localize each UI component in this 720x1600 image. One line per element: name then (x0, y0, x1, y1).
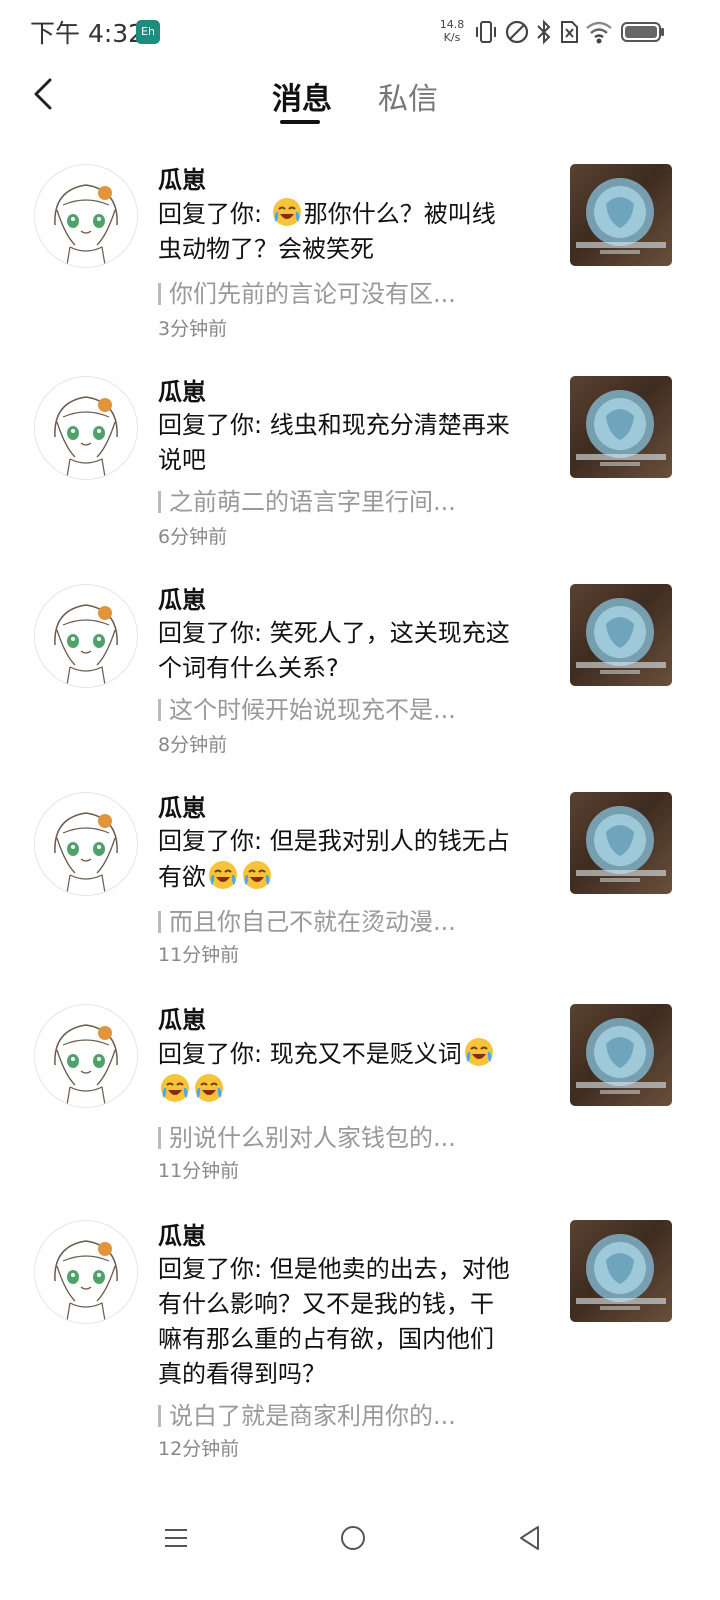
quote-text: 之前萌二的语言字里行间... (169, 488, 456, 516)
avatar[interactable] (34, 376, 138, 480)
reply-prefix: 回复了你: (158, 827, 270, 855)
quote-bar (158, 491, 161, 513)
reply-text: 回复了你: 现充又不是贬义词 (158, 1036, 538, 1108)
quoted-comment: 你们先前的言论可没有区... (158, 274, 456, 309)
username[interactable]: 瓜崽 (158, 372, 206, 407)
quote-text: 别说什么别对人家钱包的... (169, 1124, 456, 1152)
timestamp: 3分钟前 (158, 318, 228, 340)
no-sim-icon (561, 21, 578, 43)
reply-line2: 说吧 (158, 446, 206, 474)
tab-private-messages[interactable]: 私信 (378, 74, 438, 118)
quoted-comment: 而且你自己不就在烫动漫... (158, 902, 456, 937)
reply-line3: 嘛有那么重的占有欲，国内他们 (158, 1325, 494, 1353)
network-speed: 14.8 K/s (436, 18, 468, 44)
reply-text: 回复了你: 但是我对别人的钱无占 有欲 (158, 824, 538, 895)
reply-text: 回复了你: 但是他卖的出去，对他 有什么影响？又不是我的钱，干 嘛有那么重的占有… (158, 1252, 538, 1392)
crying-laughing-emoji-icon (161, 1074, 189, 1102)
quoted-comment: 说白了就是商家利用你的... (158, 1396, 456, 1431)
quoted-comment: 这个时候开始说现充不是... (158, 690, 456, 725)
quote-bar (158, 911, 161, 933)
post-thumbnail[interactable] (570, 792, 672, 894)
username[interactable]: 瓜崽 (158, 1216, 206, 1251)
username[interactable]: 瓜崽 (158, 580, 206, 615)
reply-text: 回复了你: 笑死人了，这关现充这 个词有什么关系? (158, 616, 538, 686)
reply-text: 回复了你: 那你什么？被叫线 虫动物了？会被笑死 (158, 196, 538, 267)
quote-bar (158, 1405, 161, 1427)
reply-text: 回复了你: 线虫和现充分清楚再来 说吧 (158, 408, 538, 478)
reply-line4: 真的看得到吗？ (158, 1360, 326, 1388)
net-speed-value: 14.8 (439, 18, 465, 31)
tab-messages[interactable]: 消息 (272, 74, 332, 118)
bluetooth-icon (537, 19, 551, 45)
tab-active-indicator (280, 120, 320, 124)
crying-laughing-emoji-icon (195, 1074, 223, 1102)
timestamp: 11分钟前 (158, 1160, 240, 1182)
timestamp: 12分钟前 (158, 1438, 240, 1460)
battery-icon (621, 22, 664, 42)
status-time: 下午 4:32 (30, 19, 145, 48)
status-bar: 下午 4:32 Eh 14.8 K/s (0, 0, 720, 64)
crying-laughing-emoji-icon (464, 1038, 493, 1066)
net-speed-unit: K/s (443, 31, 461, 44)
quote-bar (158, 1127, 161, 1149)
timestamp: 8分钟前 (158, 734, 228, 756)
avatar[interactable] (34, 584, 138, 688)
reply-prefix: 回复了你: (158, 411, 270, 439)
timestamp: 11分钟前 (158, 944, 240, 966)
back-arrow-icon[interactable] (26, 76, 62, 112)
reply-line2: 有欲 (158, 863, 206, 891)
reply-line1: 但是我对别人的钱无占 (269, 827, 510, 855)
reply-line2: 虫动物了？会被笑死 (158, 235, 374, 263)
quote-bar (158, 283, 161, 305)
system-nav-bar (0, 1496, 720, 1600)
wifi-icon (586, 21, 612, 44)
quote-text: 这个时候开始说现充不是... (169, 696, 456, 724)
username[interactable]: 瓜崽 (158, 160, 206, 195)
reply-line1: 那你什么？被叫线 (303, 200, 496, 228)
avatar[interactable] (34, 1220, 138, 1324)
vibrate-icon (476, 21, 496, 43)
quote-bar (158, 699, 161, 721)
reply-prefix: 回复了你: (158, 1255, 270, 1283)
quote-text: 你们先前的言论可没有区... (169, 280, 456, 308)
reply-line1: 现充又不是贬义词 (269, 1040, 462, 1068)
post-thumbnail[interactable] (570, 1004, 672, 1106)
post-thumbnail[interactable] (570, 164, 672, 266)
reply-line2: 个词有什么关系? (158, 654, 339, 682)
avatar[interactable] (34, 792, 138, 896)
eh-app-badge: Eh (136, 20, 160, 44)
post-thumbnail[interactable] (570, 376, 672, 478)
reply-line2: 有什么影响？又不是我的钱，干 (158, 1290, 494, 1318)
quote-text: 说白了就是商家利用你的... (169, 1402, 456, 1430)
crying-laughing-emoji-icon (209, 861, 237, 889)
quoted-comment: 别说什么别对人家钱包的... (158, 1118, 456, 1153)
quoted-comment: 之前萌二的语言字里行间... (158, 482, 456, 517)
home-icon[interactable] (333, 1518, 373, 1558)
username[interactable]: 瓜崽 (158, 788, 206, 823)
post-thumbnail[interactable] (570, 584, 672, 686)
crying-laughing-emoji-icon (272, 198, 301, 226)
dnd-icon (505, 20, 529, 44)
reply-prefix: 回复了你: (158, 1040, 270, 1068)
timestamp: 6分钟前 (158, 526, 228, 548)
reply-prefix: 回复了你: (158, 200, 270, 228)
reply-line1: 但是他卖的出去，对他 (269, 1255, 510, 1283)
back-triangle-icon[interactable] (510, 1518, 550, 1558)
quote-text: 而且你自己不就在烫动漫... (169, 908, 456, 936)
avatar[interactable] (34, 164, 138, 268)
crying-laughing-emoji-icon (243, 861, 271, 889)
post-thumbnail[interactable] (570, 1220, 672, 1322)
reply-line1: 笑死人了，这关现充这 (269, 619, 510, 647)
avatar[interactable] (34, 1004, 138, 1108)
username[interactable]: 瓜崽 (158, 1000, 206, 1035)
menu-icon[interactable] (156, 1518, 196, 1558)
reply-line1: 线虫和现充分清楚再来 (269, 411, 510, 439)
reply-prefix: 回复了你: (158, 619, 270, 647)
